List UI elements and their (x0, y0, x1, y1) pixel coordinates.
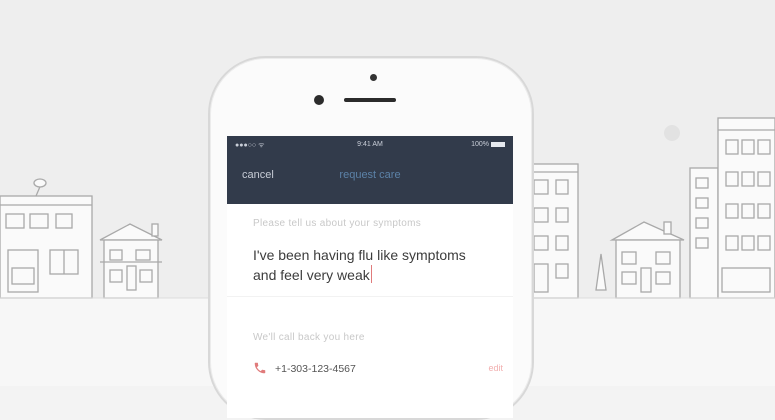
navigation-bar: ●●●○○ ᯤ 9:41 AM 100% cancel request care (227, 136, 513, 204)
phone-number: +1-303-123-4567 (275, 363, 356, 375)
battery-indicator: 100% (471, 141, 505, 148)
battery-percent: 100% (471, 141, 489, 148)
pine-tree (595, 253, 607, 291)
page-title: request care (339, 169, 401, 181)
front-camera (314, 95, 324, 105)
moon-dot (664, 125, 680, 141)
right-office-building (689, 117, 775, 299)
divider (227, 296, 513, 297)
phone-number-row[interactable]: +1-303-123-4567 edit (253, 361, 503, 377)
left-house (99, 223, 163, 299)
symptoms-input[interactable]: I've been having flu like symptoms and f… (253, 246, 483, 285)
phone-icon (254, 362, 266, 374)
phone-frame: ●●●○○ ᯤ 9:41 AM 100% cancel request care… (208, 56, 534, 420)
left-apartment-building (0, 178, 93, 299)
status-time: 9:41 AM (357, 141, 383, 148)
earpiece-speaker (344, 98, 396, 102)
status-bar: ●●●○○ ᯤ 9:41 AM 100% (227, 136, 513, 154)
edit-phone-button[interactable]: edit (488, 363, 503, 373)
symptoms-prompt: Please tell us about your symptoms (253, 218, 422, 229)
text-cursor (370, 265, 373, 283)
right-house (609, 221, 685, 299)
contact-prompt: We'll call back you here (253, 332, 365, 343)
right-tall-building (527, 163, 579, 299)
phone-screen: ●●●○○ ᯤ 9:41 AM 100% cancel request care… (227, 136, 513, 418)
proximity-sensor (370, 74, 377, 81)
battery-icon (491, 141, 505, 147)
symptoms-text: I've been having flu like symptoms and f… (253, 247, 466, 283)
